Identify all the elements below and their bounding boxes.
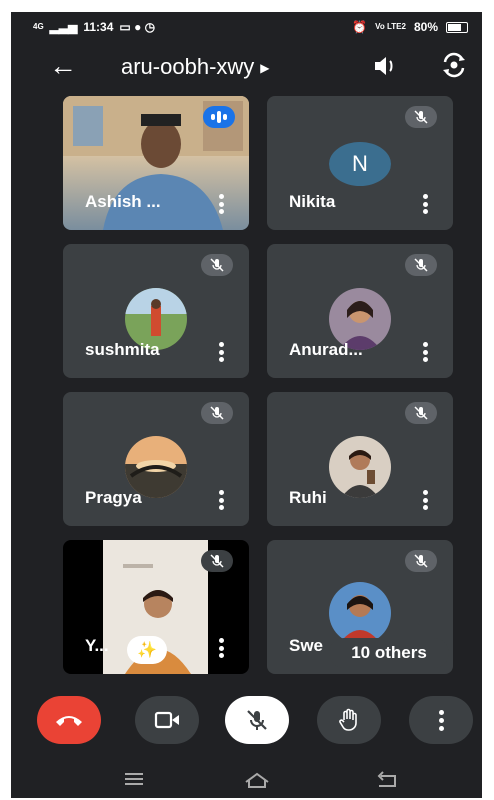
participant-name: Pragya	[85, 488, 142, 507]
home-icon[interactable]	[243, 770, 271, 795]
hand-icon	[339, 708, 357, 731]
network-type: 4G	[33, 22, 44, 31]
avatar	[329, 582, 391, 644]
speaker-icon[interactable]	[371, 52, 399, 85]
avatar	[329, 436, 391, 498]
microphone-button[interactable]	[225, 696, 289, 744]
more-options-icon[interactable]	[219, 490, 225, 510]
mic-off-icon	[247, 710, 267, 730]
participant-tile[interactable]: Anurad...	[267, 244, 453, 378]
chevron-right-icon: ▶	[260, 61, 270, 76]
mic-off-icon	[405, 402, 437, 424]
more-options-icon[interactable]	[423, 342, 429, 362]
back-icon[interactable]	[375, 770, 401, 795]
avatar: N	[329, 142, 391, 186]
participant-tile[interactable]: Pragya	[63, 392, 249, 526]
more-options-button[interactable]	[409, 696, 473, 744]
hang-up-icon	[56, 716, 82, 726]
participant-tile[interactable]: Ruhi	[267, 392, 453, 526]
avatar-initial: N	[329, 142, 391, 186]
switch-camera-icon[interactable]	[439, 50, 469, 85]
more-options-icon[interactable]	[219, 342, 225, 362]
participant-tile[interactable]: ✨ Y...	[63, 540, 249, 674]
notification-icons: ▭ ● ◷	[119, 20, 156, 34]
status-left: 4G ▂▃▅ 11:34 ▭ ● ◷	[33, 20, 155, 34]
participant-name: Ashish ...	[85, 192, 161, 211]
call-controls	[11, 696, 482, 748]
raise-hand-button[interactable]	[317, 696, 381, 744]
alarm-icon: ⏰	[352, 20, 368, 34]
more-options-icon[interactable]	[423, 490, 429, 510]
participant-tile[interactable]: sushmita	[63, 244, 249, 378]
meeting-title[interactable]: aru-oobh-xwy ▶	[121, 54, 270, 80]
participant-tile[interactable]: N Nikita	[267, 96, 453, 230]
participant-tile[interactable]: Ashish ...	[63, 96, 249, 230]
more-vert-icon	[438, 709, 444, 731]
camera-button[interactable]	[135, 696, 199, 744]
mic-off-icon	[405, 106, 437, 128]
clock: 11:34	[83, 20, 114, 34]
participant-name: Anurad...	[289, 340, 363, 359]
more-options-icon[interactable]	[423, 194, 429, 214]
participant-name: Swe	[289, 636, 324, 655]
mic-off-icon	[201, 402, 233, 424]
meet-screen: 4G ▂▃▅ 11:34 ▭ ● ◷ ⏰ Vo LTE2 80% ← aru-o…	[11, 12, 482, 798]
volte-label: Vo LTE2	[375, 22, 406, 31]
mic-off-icon	[405, 550, 437, 572]
back-arrow-icon[interactable]: ←	[49, 52, 77, 80]
participant-name: Y...	[85, 636, 109, 655]
participant-name: Nikita	[289, 192, 336, 211]
more-options-icon[interactable]	[219, 638, 225, 658]
effects-sparkle-icon[interactable]: ✨	[127, 636, 167, 664]
participant-name: Ruhi	[289, 488, 327, 507]
end-call-button[interactable]	[37, 696, 101, 744]
meeting-code: aru-oobh-xwy	[121, 54, 255, 79]
mic-off-icon	[405, 254, 437, 276]
battery-percent: 80%	[413, 20, 438, 34]
mic-off-icon	[201, 550, 233, 572]
participant-name: sushmita	[85, 340, 160, 359]
video-camera-icon	[154, 711, 179, 729]
others-chip[interactable]: 10 others	[329, 638, 449, 668]
signal-icon: ▂▃▅	[49, 20, 78, 34]
more-options-icon[interactable]	[219, 194, 225, 214]
app-bar: ← aru-oobh-xwy ▶	[11, 50, 482, 84]
status-bar: 4G ▂▃▅ 11:34 ▭ ● ◷ ⏰ Vo LTE2 80%	[11, 12, 482, 42]
menu-icon[interactable]	[123, 770, 145, 793]
system-nav-bar	[11, 764, 482, 798]
status-right: ⏰ Vo LTE2 80%	[352, 20, 468, 34]
battery-icon	[446, 21, 468, 33]
mic-off-icon	[201, 254, 233, 276]
speaking-indicator-icon	[203, 106, 235, 128]
